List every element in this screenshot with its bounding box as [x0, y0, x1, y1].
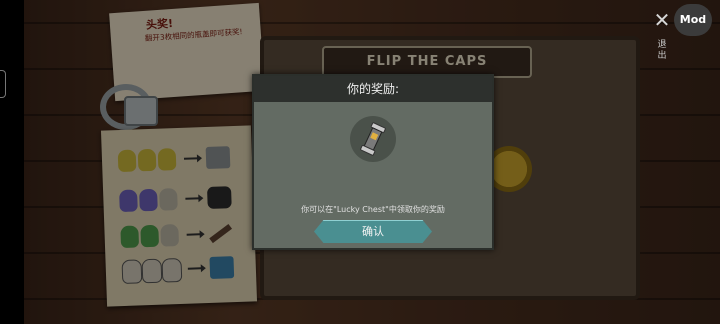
- game-screen: 头奖! 翻开3枚相同的瓶盖即可获奖! FLIP THE CAPS ✕ 退出 Mo…: [0, 0, 720, 324]
- phone-edge-handle: [0, 70, 6, 98]
- hourglass-icon: [360, 122, 386, 156]
- reward-icon-frame: [350, 116, 396, 162]
- dialog-message: 你可以在"Lucky Chest"中领取你的奖励: [301, 205, 445, 214]
- reward-dialog: 你的奖励: 你可以在"Lucky Chest"中领取你的奖励 确认: [252, 74, 494, 250]
- dialog-title: 你的奖励:: [254, 76, 492, 102]
- phone-side-bar: [0, 0, 24, 324]
- mod-badge[interactable]: Mod: [674, 4, 712, 36]
- exit-label[interactable]: 退出: [656, 40, 668, 62]
- confirm-button[interactable]: 确认: [314, 220, 432, 243]
- close-icon[interactable]: ✕: [652, 10, 672, 30]
